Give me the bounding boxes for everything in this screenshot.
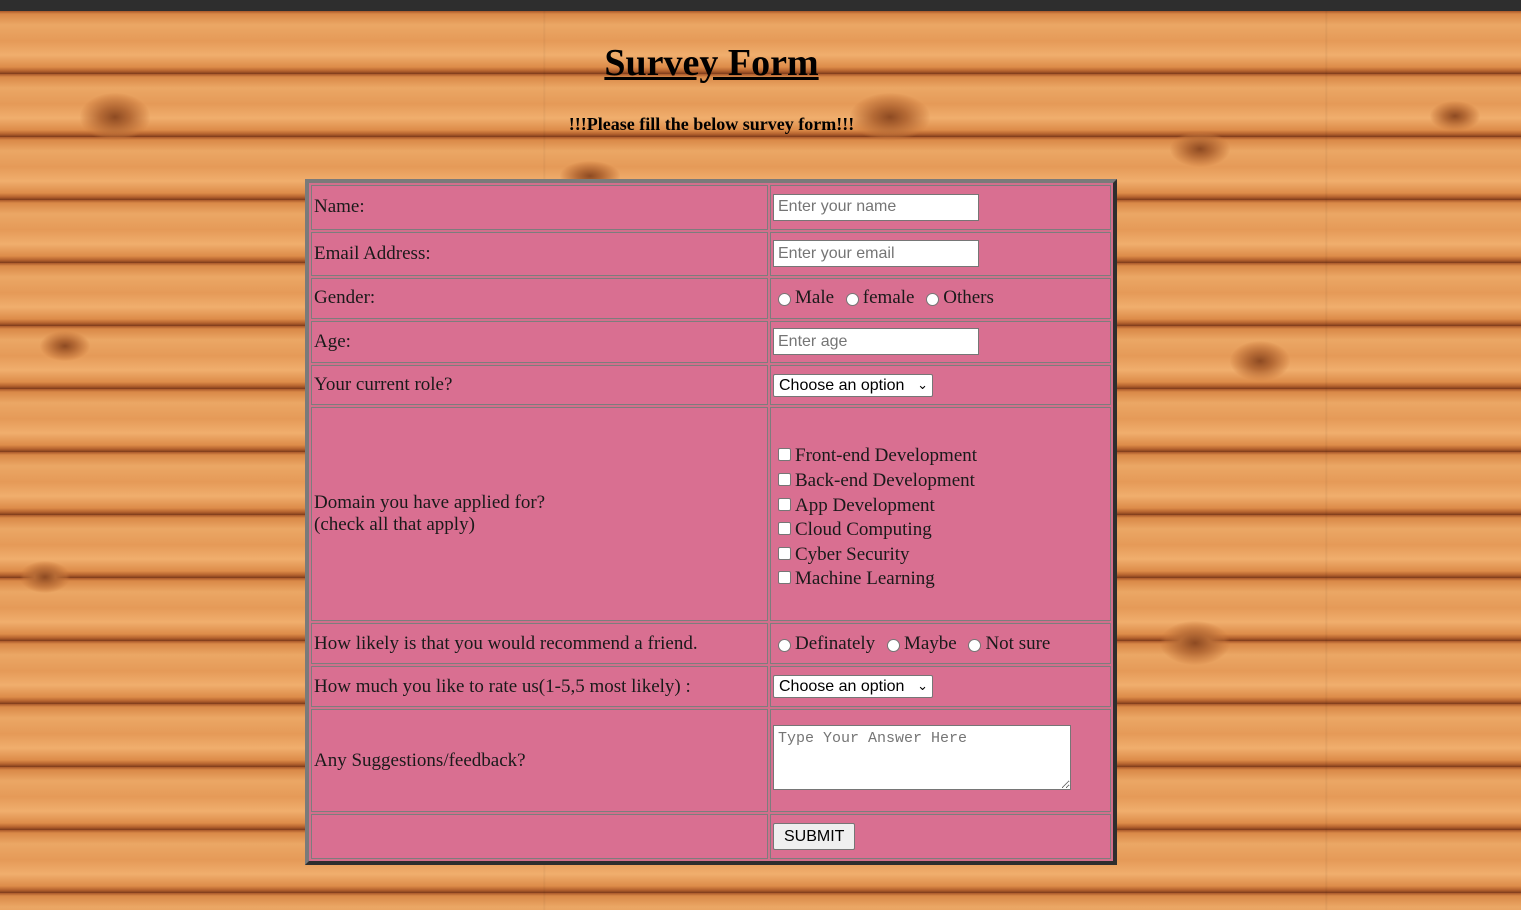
email-label: Email Address:	[311, 231, 768, 276]
feedback-cell	[770, 708, 1111, 813]
domain-app-checkbox[interactable]	[778, 497, 791, 511]
recommend-notsure-radio[interactable]	[968, 638, 982, 652]
age-label: Age:	[311, 320, 768, 364]
domain-backend-checkbox[interactable]	[778, 473, 791, 487]
chevron-down-icon: ⌄	[917, 678, 928, 694]
page-subtitle: !!!Please fill the below survey form!!!	[568, 114, 855, 134]
survey-form-table: Name: Email Address: Gender: Male female…	[305, 179, 1117, 865]
role-cell: Choose an option ⌄	[770, 365, 1111, 406]
name-input[interactable]	[773, 193, 979, 221]
rate-cell: Choose an option ⌄	[770, 666, 1111, 707]
recommend-definately-label: Definately	[795, 632, 876, 654]
domain-backend-label: Back-end Development	[795, 470, 975, 492]
recommend-maybe-radio[interactable]	[886, 638, 900, 652]
recommend-label: How likely is that you would recommend a…	[311, 623, 768, 665]
feedback-label: Any Suggestions/feedback?	[311, 708, 768, 813]
page-title: Survey Form	[604, 42, 819, 84]
row-age: Age:	[311, 320, 1111, 364]
domain-cloud-label: Cloud Computing	[795, 519, 932, 541]
domain-frontend-checkbox[interactable]	[778, 448, 791, 462]
role-select[interactable]: Choose an option ⌄	[773, 373, 933, 397]
submit-cell: SUBMIT	[770, 814, 1111, 859]
recommend-maybe-label: Maybe	[903, 632, 957, 654]
gender-cell: Male female Others	[770, 277, 1111, 319]
age-cell	[770, 320, 1111, 364]
domain-cloud-checkbox[interactable]	[778, 522, 791, 536]
recommend-definately-radio[interactable]	[778, 638, 791, 652]
chevron-down-icon: ⌄	[917, 376, 928, 392]
domain-ml-label: Machine Learning	[795, 568, 935, 590]
rate-select-value: Choose an option	[779, 678, 905, 696]
rate-select[interactable]: Choose an option ⌄	[773, 675, 933, 699]
row-rate: How much you like to rate us(1-5,5 most …	[311, 666, 1111, 707]
domain-label-line1: Domain you have applied for?	[314, 492, 546, 514]
domain-app-label: App Development	[795, 494, 935, 516]
role-label: Your current role?	[311, 365, 768, 406]
email-input[interactable]	[773, 240, 979, 268]
gender-female-radio[interactable]	[845, 293, 859, 307]
name-cell	[770, 185, 1111, 230]
row-feedback: Any Suggestions/feedback?	[311, 708, 1111, 813]
gender-others-radio[interactable]	[926, 293, 940, 307]
domain-label: Domain you have applied for? (check all …	[311, 407, 768, 622]
feedback-textarea[interactable]	[773, 725, 1071, 790]
row-submit: SUBMIT	[311, 814, 1111, 859]
domain-ml-checkbox[interactable]	[778, 571, 791, 585]
row-email: Email Address:	[311, 231, 1111, 276]
browser-top-bar	[0, 0, 1521, 11]
submit-button[interactable]: SUBMIT	[773, 823, 856, 850]
domain-cyber-checkbox[interactable]	[778, 546, 791, 560]
row-role: Your current role? Choose an option ⌄	[311, 365, 1111, 406]
row-domain: Domain you have applied for? (check all …	[311, 407, 1111, 622]
rate-label: How much you like to rate us(1-5,5 most …	[311, 666, 768, 707]
row-gender: Gender: Male female Others	[311, 277, 1111, 319]
age-input[interactable]	[773, 328, 979, 356]
role-select-value: Choose an option	[779, 376, 905, 394]
domain-frontend-label: Front-end Development	[795, 445, 978, 467]
gender-male-radio[interactable]	[778, 293, 791, 307]
row-name: Name:	[311, 185, 1111, 230]
name-label: Name:	[311, 185, 768, 230]
domain-cell: Front-end Development Back-end Developme…	[770, 407, 1111, 622]
domain-cyber-label: Cyber Security	[795, 543, 910, 565]
row-recommend: How likely is that you would recommend a…	[311, 623, 1111, 665]
gender-label: Gender:	[311, 277, 768, 319]
gender-female-label: female	[862, 287, 915, 309]
submit-label-cell	[311, 814, 768, 859]
recommend-notsure-label: Not sure	[985, 632, 1051, 654]
domain-label-line2: (check all that apply)	[314, 514, 475, 536]
gender-male-label: Male	[795, 287, 835, 309]
email-cell	[770, 231, 1111, 276]
recommend-cell: Definately Maybe Not sure	[770, 623, 1111, 665]
gender-others-label: Others	[943, 287, 994, 309]
